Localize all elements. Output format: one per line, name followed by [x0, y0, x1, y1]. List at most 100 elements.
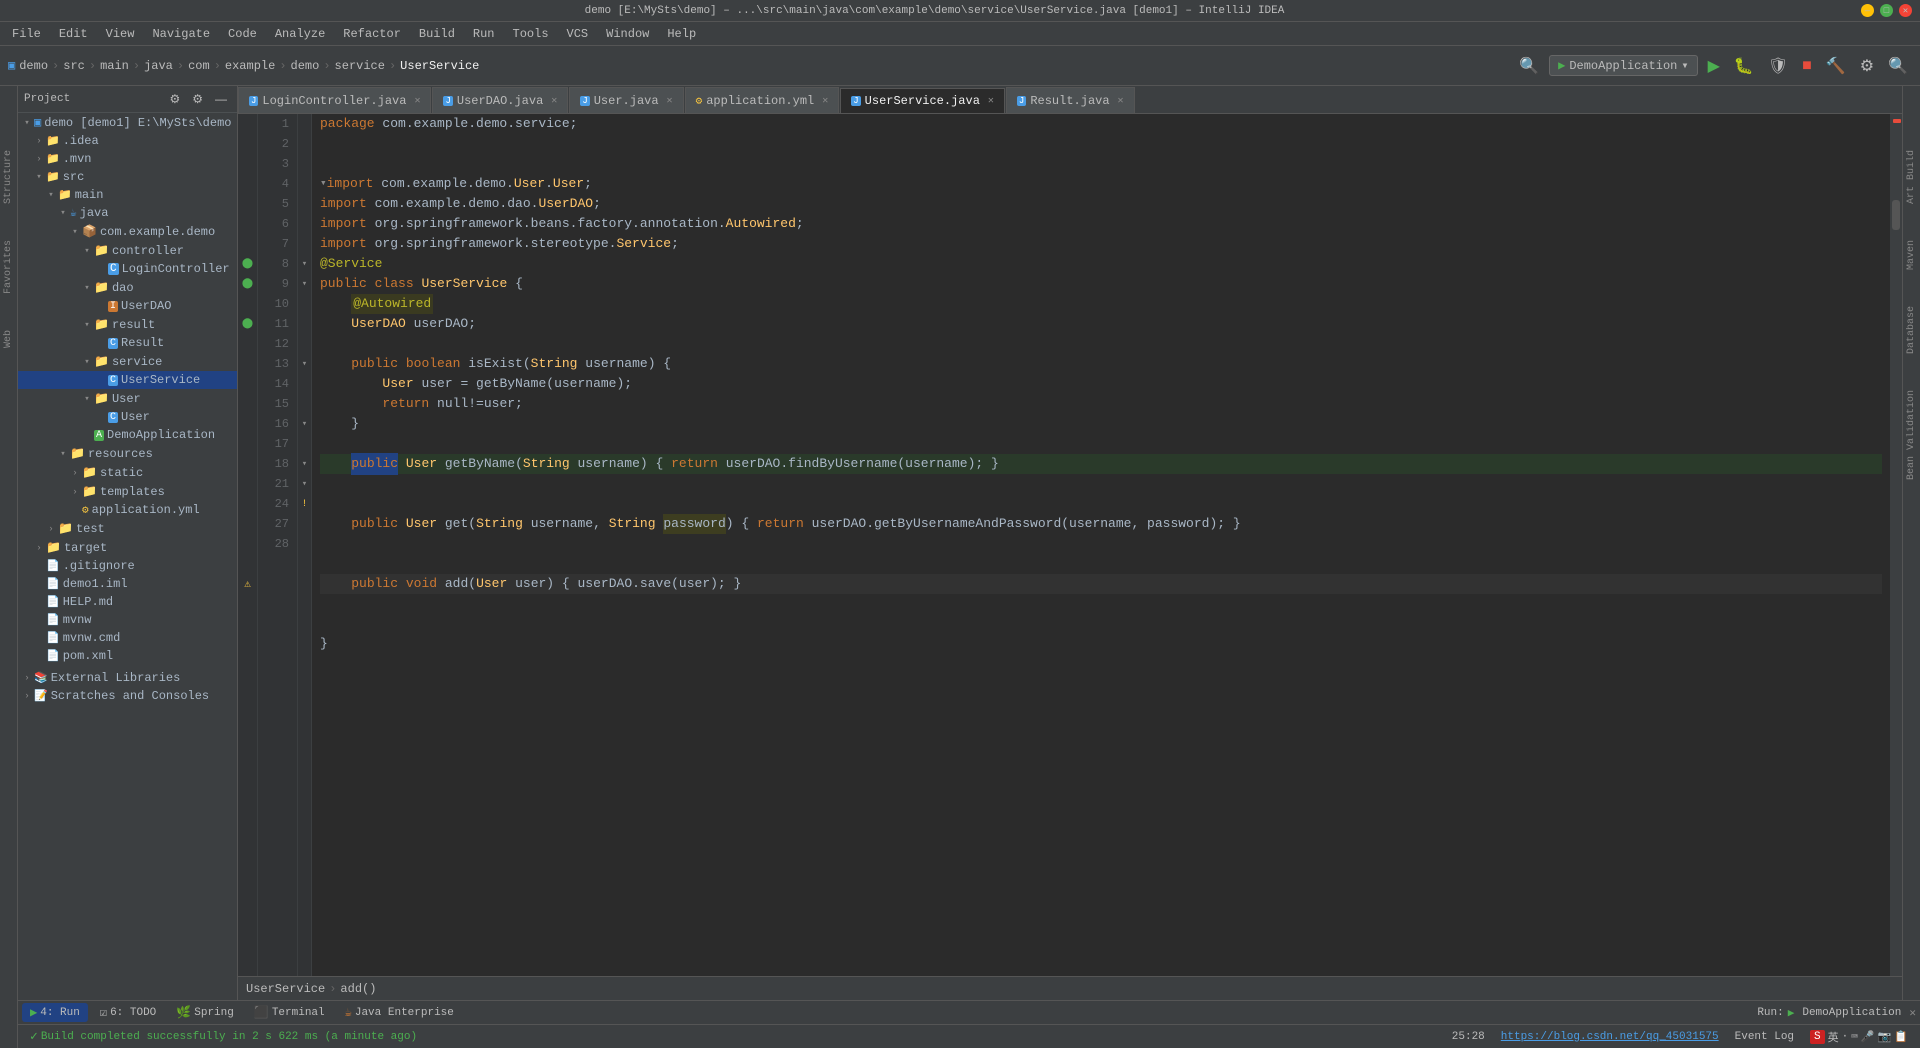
tab-close-result[interactable]: ✕: [1118, 95, 1124, 107]
menu-item-file[interactable]: File: [4, 25, 49, 43]
tree-item-main[interactable]: ▾ 📁 main: [18, 186, 237, 204]
breadcrumb-service[interactable]: service: [335, 59, 385, 73]
tree-item-package[interactable]: ▾ 📦 com.example.demo: [18, 222, 237, 241]
bean-validation-panel[interactable]: Bean Validation: [1904, 386, 1919, 484]
close-button[interactable]: ✕: [1899, 4, 1912, 17]
tab-close-user[interactable]: ✕: [667, 95, 673, 107]
gutter-autowired-icon[interactable]: ⬤: [238, 314, 257, 334]
breadcrumb-com[interactable]: com: [188, 59, 210, 73]
tree-item-mvnwcmd[interactable]: 📄 mvnw.cmd: [18, 629, 237, 647]
tab-logincontroller[interactable]: J LoginController.java ✕: [238, 87, 431, 113]
tree-item-userservice[interactable]: C UserService: [18, 371, 237, 389]
menu-item-tools[interactable]: Tools: [505, 25, 557, 43]
tab-user[interactable]: J User.java ✕: [569, 87, 683, 113]
run-app-label[interactable]: ▶: [1788, 1006, 1795, 1020]
tree-item-java[interactable]: ▾ ☕ java: [18, 204, 237, 222]
fold-9[interactable]: ▾: [298, 274, 311, 294]
run-tab-run[interactable]: ▶ 4: Run: [22, 1003, 88, 1022]
menu-item-view[interactable]: View: [98, 25, 143, 43]
menu-item-run[interactable]: Run: [465, 25, 503, 43]
tree-item-scratches[interactable]: › 📝 Scratches and Consoles: [18, 687, 237, 705]
gutter-warning-icon[interactable]: ⚠: [238, 574, 257, 594]
menu-item-analyze[interactable]: Analyze: [267, 25, 333, 43]
debug-button[interactable]: 🐛: [1730, 54, 1758, 78]
fold-import-icon[interactable]: ▾: [320, 174, 327, 194]
tab-userservice[interactable]: J UserService.java ✕: [840, 88, 1005, 114]
favorites-panel-label[interactable]: Favorites: [1, 236, 16, 298]
run-tab-java-enterprise[interactable]: ☕ Java Enterprise: [337, 1003, 462, 1022]
menu-item-window[interactable]: Window: [598, 25, 657, 43]
breadcrumb-main[interactable]: main: [100, 59, 129, 73]
tree-item-static[interactable]: › 📁 static: [18, 463, 237, 482]
search-button[interactable]: 🔍: [1884, 54, 1912, 78]
tree-item-src[interactable]: ▾ 📁 src: [18, 168, 237, 186]
fold-16[interactable]: ▾: [298, 414, 311, 434]
tab-applicationyml[interactable]: ⚙ application.yml ✕: [685, 87, 840, 113]
tree-item-external-libraries[interactable]: › 📚 External Libraries: [18, 669, 237, 687]
bc-add[interactable]: add(): [340, 982, 376, 996]
tree-item-logincontroller[interactable]: C LoginController: [18, 260, 237, 278]
stop-button[interactable]: ■: [1798, 55, 1816, 77]
tree-item-user-folder[interactable]: ▾ 📁 User: [18, 389, 237, 408]
menu-item-edit[interactable]: Edit: [51, 25, 96, 43]
run-tab-spring[interactable]: 🌿 Spring: [168, 1003, 242, 1022]
art-build-panel[interactable]: Art Build: [1904, 146, 1919, 208]
tree-item-gitignore[interactable]: 📄 .gitignore: [18, 557, 237, 575]
right-scrollbar[interactable]: [1890, 114, 1902, 976]
breadcrumb-demo[interactable]: demo: [19, 59, 48, 73]
tree-item-mvnw[interactable]: 📄 mvnw: [18, 611, 237, 629]
fold-21[interactable]: ▾: [298, 474, 311, 494]
sidebar-settings-button[interactable]: ⚙: [188, 90, 207, 108]
run-button[interactable]: ▶: [1704, 54, 1724, 78]
tree-item-result-class[interactable]: C Result: [18, 334, 237, 352]
scrollbar-thumb[interactable]: [1892, 200, 1900, 230]
url-link[interactable]: https://blog.csdn.net/qq_45031575: [1497, 1031, 1723, 1043]
bc-userservice[interactable]: UserService: [246, 982, 325, 996]
run-close-icon[interactable]: ✕: [1909, 1006, 1916, 1020]
coverage-button[interactable]: 🛡: [1764, 54, 1792, 78]
tab-close-applicationyml[interactable]: ✕: [822, 95, 828, 107]
run-tab-todo[interactable]: ☑ 6: TODO: [92, 1003, 164, 1022]
search-everywhere-button[interactable]: 🔍: [1515, 54, 1543, 78]
tab-close-userdao[interactable]: ✕: [551, 95, 557, 107]
sidebar-minimize-button[interactable]: —: [211, 90, 231, 108]
menu-item-code[interactable]: Code: [220, 25, 265, 43]
tree-item-templates[interactable]: › 📁 templates: [18, 482, 237, 501]
breadcrumb-example[interactable]: example: [225, 59, 275, 73]
tree-item-controller[interactable]: ▾ 📁 controller: [18, 241, 237, 260]
tree-item-user-class[interactable]: C User: [18, 408, 237, 426]
settings-button[interactable]: ⚙: [1856, 54, 1878, 78]
tab-userdao[interactable]: J UserDAO.java ✕: [432, 87, 568, 113]
tree-item-pomxml[interactable]: 📄 pom.xml: [18, 647, 237, 665]
fold-18[interactable]: ▾: [298, 454, 311, 474]
fold-24-warn[interactable]: !: [298, 494, 311, 514]
maximize-button[interactable]: □: [1880, 4, 1893, 17]
web-panel-label[interactable]: Web: [1, 326, 16, 352]
code-editor[interactable]: package com.example.demo.service; ▾ impo…: [312, 114, 1890, 976]
menu-item-build[interactable]: Build: [411, 25, 463, 43]
tree-item-demo1iml[interactable]: 📄 demo1.iml: [18, 575, 237, 593]
build-status-indicator[interactable]: ✓ Build completed successfully in 2 s 62…: [26, 1029, 421, 1044]
run-config-selector[interactable]: ▶ DemoApplication ▾: [1549, 55, 1698, 76]
cursor-position[interactable]: 25:28: [1448, 1031, 1489, 1043]
menu-item-refactor[interactable]: Refactor: [335, 25, 409, 43]
tab-close-logincontroller[interactable]: ✕: [414, 95, 420, 107]
menu-item-navigate[interactable]: Navigate: [144, 25, 218, 43]
tree-item-application-yml[interactable]: ⚙ application.yml: [18, 501, 237, 519]
tree-item-resources[interactable]: ▾ 📁 resources: [18, 444, 237, 463]
build-button[interactable]: 🔨: [1822, 54, 1850, 78]
tree-item-idea[interactable]: › 📁 .idea: [18, 132, 237, 150]
maven-panel[interactable]: Maven: [1904, 236, 1919, 274]
database-panel[interactable]: Database: [1904, 302, 1919, 358]
gutter-service-icon[interactable]: ⬤: [238, 254, 257, 274]
breadcrumb-src[interactable]: src: [63, 59, 85, 73]
fold-8[interactable]: ▾: [298, 254, 311, 274]
tree-item-helpmd[interactable]: 📄 HELP.md: [18, 593, 237, 611]
tree-item-dao[interactable]: ▾ 📁 dao: [18, 278, 237, 297]
minimize-button[interactable]: —: [1861, 4, 1874, 17]
tab-close-userservice[interactable]: ✕: [988, 95, 994, 107]
tree-item-userdao[interactable]: I UserDAO: [18, 297, 237, 315]
tree-item-service[interactable]: ▾ 📁 service: [18, 352, 237, 371]
breadcrumb-userservice[interactable]: UserService: [400, 59, 479, 73]
tab-result[interactable]: J Result.java ✕: [1006, 87, 1135, 113]
